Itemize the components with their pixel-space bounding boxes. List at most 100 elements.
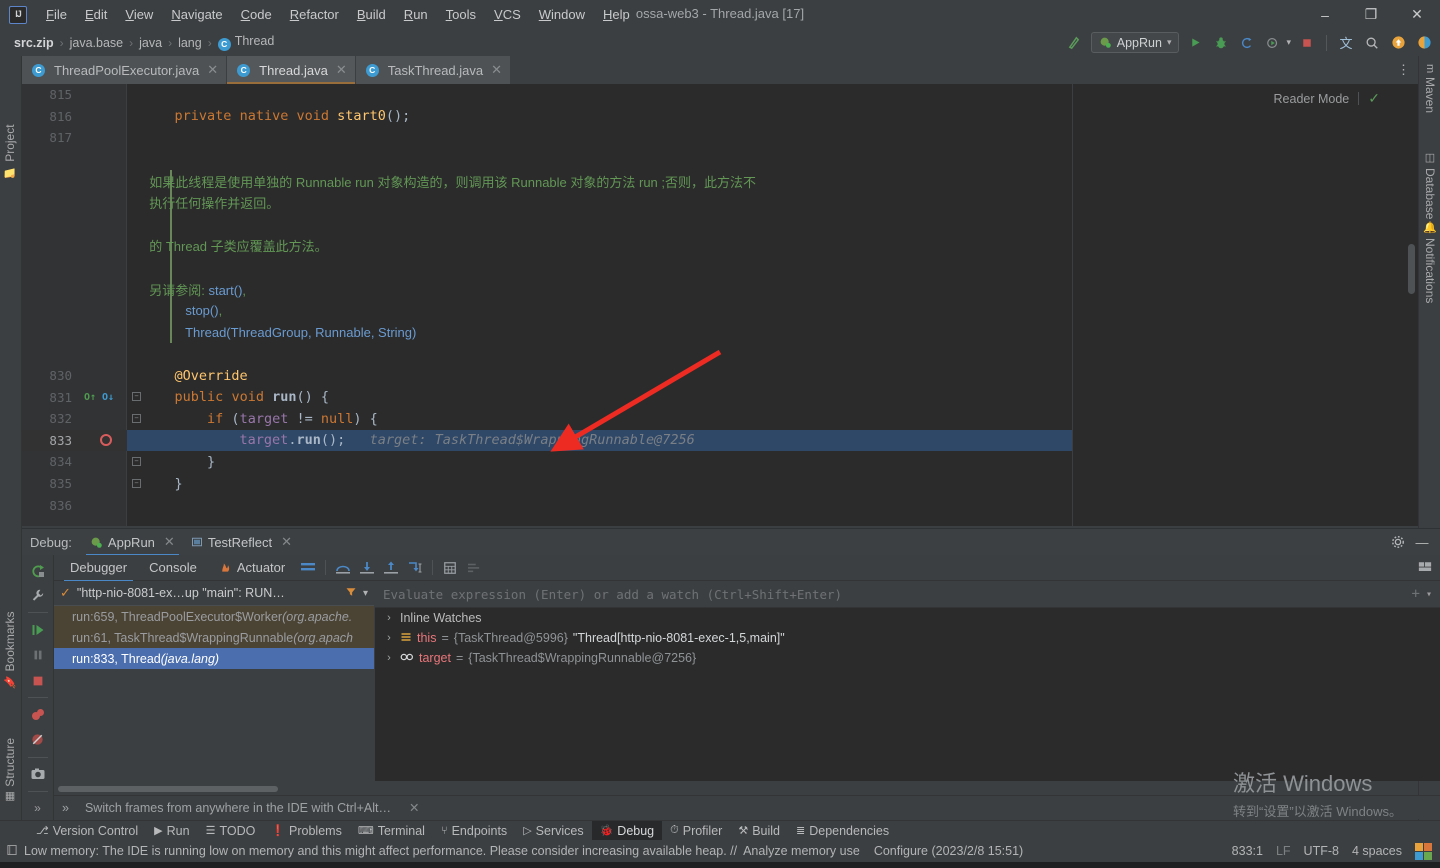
sidebar-item-database[interactable]: ◫ Database: [1423, 151, 1437, 219]
toolwindow-version-control[interactable]: ⎇ Version Control: [28, 821, 146, 840]
run-configuration-selector[interactable]: AppRun ▾: [1090, 32, 1180, 53]
toolwindow-run[interactable]: ▶ Run: [146, 821, 197, 840]
close-icon[interactable]: ✕: [336, 62, 347, 78]
tab-debugger[interactable]: Debugger: [60, 557, 137, 582]
chevron-right-icon[interactable]: ›: [383, 632, 395, 644]
evaluate-expression-input[interactable]: Evaluate expression (Enter) or add a wat…: [375, 581, 1440, 608]
stop-icon[interactable]: [26, 669, 50, 692]
variable-row[interactable]: › Inline Watches: [375, 608, 1440, 628]
toolwindow-services[interactable]: ▷ Services: [515, 821, 591, 840]
run-button[interactable]: [1185, 33, 1205, 53]
toolwindow-todo[interactable]: ☰ TODO: [198, 821, 264, 840]
close-icon[interactable]: ✕: [491, 62, 502, 78]
rerun-icon[interactable]: [26, 559, 50, 582]
frames-list[interactable]: run:659, ThreadPoolExecutor$Worker (org.…: [54, 606, 374, 669]
chevron-down-icon[interactable]: ▾: [363, 588, 368, 599]
sidebar-item-notifications[interactable]: 🔔 Notifications: [1423, 221, 1437, 304]
minimize-panel-button[interactable]: —: [1412, 532, 1432, 552]
code-fold-toggle[interactable]: −: [132, 457, 141, 467]
thread-selector[interactable]: ✓ "http-nio-8081-ex…up "main": RUNNING ▾: [54, 581, 374, 606]
close-icon[interactable]: ✕: [164, 534, 175, 550]
variable-row[interactable]: › this = {TaskThread@5996} "Thread[http-nio-…: [375, 628, 1440, 648]
code-editor[interactable]: Reader Mode ✓ 815 816 private native void…: [22, 84, 1418, 526]
step-over-icon[interactable]: [332, 558, 354, 578]
menu-item-refactor[interactable]: Refactor: [281, 4, 348, 25]
menu-item-view[interactable]: View: [116, 4, 162, 25]
toolwindow-dependencies[interactable]: ≣ Dependencies: [788, 821, 897, 840]
layout-icon[interactable]: [297, 558, 319, 578]
reader-mode-indicator[interactable]: Reader Mode ✓: [1274, 90, 1380, 107]
editor-tab-taskthread-java[interactable]: C TaskThread.java ✕: [355, 56, 512, 84]
maximize-button[interactable]: ❐: [1348, 0, 1394, 29]
debug-session-tab-testreflect[interactable]: TestReflect ✕: [183, 529, 300, 556]
code-fold-toggle[interactable]: −: [132, 478, 141, 488]
search-icon[interactable]: [1362, 33, 1382, 53]
stack-frame-row[interactable]: run:61, TaskThread$WrappingRunnable (org…: [54, 627, 374, 648]
toolwindow-problems[interactable]: ❗ Problems: [263, 821, 350, 840]
more-icon[interactable]: »: [26, 797, 50, 820]
close-icon[interactable]: ✕: [409, 800, 419, 815]
menu-item-code[interactable]: Code: [232, 4, 281, 25]
build-hammer-icon[interactable]: [1065, 33, 1085, 53]
menu-item-window[interactable]: Window: [530, 4, 594, 25]
translate-icon[interactable]: 文: [1336, 33, 1356, 53]
filter-icon[interactable]: [345, 586, 357, 601]
step-out-icon[interactable]: [380, 558, 402, 578]
variables-tree[interactable]: › Inline Watches › this = {TaskThread@5996} "T…: [375, 608, 1440, 668]
toolwindow-debug[interactable]: 🐞 Debug: [591, 821, 663, 840]
breakpoint-icon[interactable]: [100, 433, 112, 446]
sidebar-item-bookmarks[interactable]: 🔖 Bookmarks: [3, 611, 17, 688]
chevron-right-icon[interactable]: ›: [383, 652, 395, 664]
toolwindow-profiler[interactable]: ⏱ Profiler: [662, 821, 730, 840]
menu-item-run[interactable]: Run: [395, 4, 437, 25]
debug-session-tab-apprun[interactable]: AppRun ✕: [82, 529, 183, 556]
toolwindow-build[interactable]: ⚒ Build: [730, 821, 788, 840]
gear-icon[interactable]: [1388, 532, 1408, 552]
menu-item-edit[interactable]: Edit: [76, 4, 116, 25]
stack-frame-row[interactable]: run:833, Thread (java.lang): [54, 648, 374, 669]
sort-icon[interactable]: [463, 558, 485, 578]
breadcrumb-item-lang[interactable]: lang: [174, 35, 206, 51]
camera-icon[interactable]: [26, 763, 50, 786]
sidebar-item-structure[interactable]: ▦ Structure: [3, 738, 17, 804]
file-encoding[interactable]: UTF-8: [1304, 844, 1339, 858]
menu-item-build[interactable]: Build: [348, 4, 395, 25]
step-into-icon[interactable]: [356, 558, 378, 578]
breadcrumb-item-src-zip[interactable]: src.zip: [10, 35, 58, 51]
indent-setting[interactable]: 4 spaces: [1352, 844, 1402, 858]
menu-item-file[interactable]: File: [37, 4, 76, 25]
editor-tabs-more-icon[interactable]: ⋮: [1389, 56, 1418, 84]
override-method-icon[interactable]: O↑: [84, 392, 96, 403]
line-separator[interactable]: LF: [1276, 844, 1291, 858]
frames-horizontal-scrollbar[interactable]: [58, 786, 278, 792]
menu-item-vcs[interactable]: VCS: [485, 4, 530, 25]
configure-link[interactable]: Configure (2023/2/8 15:51): [874, 844, 1023, 858]
debug-bug-icon[interactable]: [1211, 33, 1231, 53]
add-watch-icon[interactable]: +: [1412, 586, 1420, 602]
toolwindow-terminal[interactable]: ⌨ Terminal: [350, 821, 433, 840]
chevron-down-icon[interactable]: ▾: [1426, 589, 1432, 600]
mute-breakpoints-icon[interactable]: [26, 728, 50, 751]
toolwindow-endpoints[interactable]: ⑂ Endpoints: [433, 821, 515, 840]
caret-position[interactable]: 833:1: [1232, 844, 1263, 858]
minimize-button[interactable]: –: [1302, 0, 1348, 29]
code-fold-toggle[interactable]: −: [132, 392, 141, 402]
run-to-cursor-icon[interactable]: [404, 558, 426, 578]
layout-settings-icon[interactable]: [1418, 558, 1440, 578]
breadcrumb-item-java-base[interactable]: java.base: [66, 35, 128, 51]
editor-tab-threadpoolexecutor-java[interactable]: C ThreadPoolExecutor.java ✕: [22, 56, 228, 84]
resume-program-icon[interactable]: [26, 618, 50, 641]
code-fold-toggle[interactable]: −: [132, 414, 141, 423]
breadcrumb-item-thread[interactable]: C Thread: [214, 33, 279, 52]
editor-scrollbar[interactable]: [1408, 244, 1415, 294]
chevron-right-icon[interactable]: ›: [383, 612, 395, 624]
analyze-memory-link[interactable]: Analyze memory use: [743, 844, 860, 858]
settings-wrench-icon[interactable]: [26, 584, 50, 607]
breadcrumb-item-java[interactable]: java: [135, 35, 166, 51]
pause-program-icon[interactable]: [26, 644, 50, 667]
menu-item-navigate[interactable]: Navigate: [162, 4, 231, 25]
variable-row[interactable]: › target = {TaskThread$WrappingRunnable@725…: [375, 648, 1440, 668]
view-breakpoints-icon[interactable]: [26, 703, 50, 726]
ai-assistant-icon[interactable]: [1414, 33, 1434, 53]
close-icon[interactable]: ✕: [207, 62, 218, 78]
